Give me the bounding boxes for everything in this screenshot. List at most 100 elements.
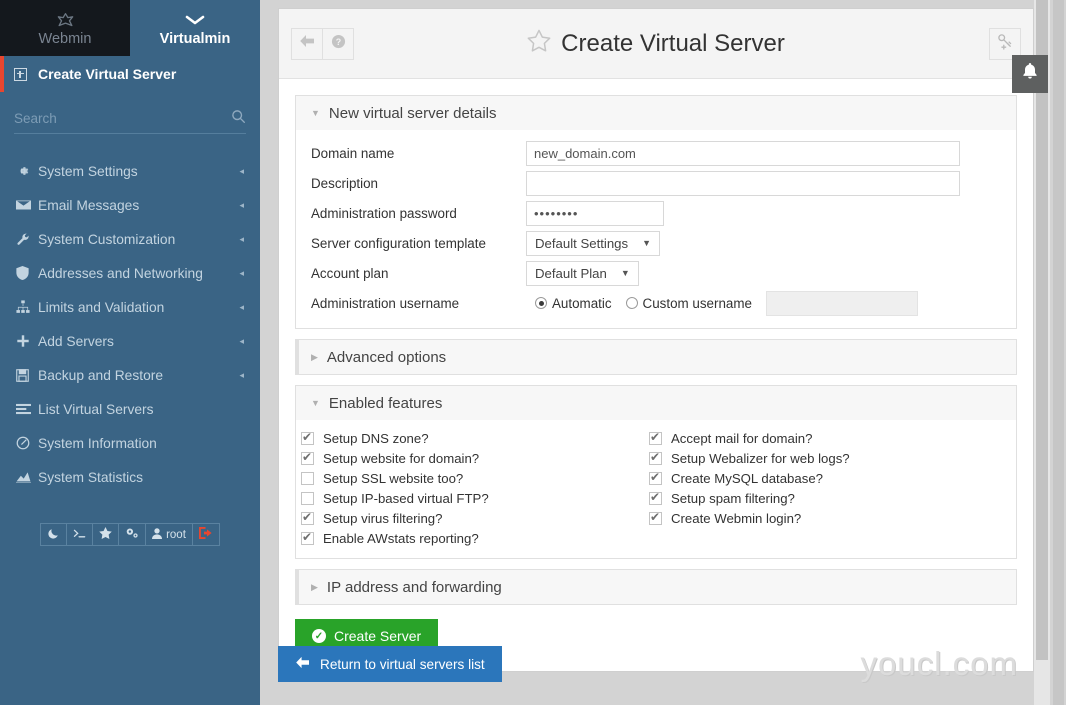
sidebar-item-system-statistics[interactable]: System Statistics <box>0 460 260 494</box>
checkbox-indicator <box>649 450 662 465</box>
list-icon <box>16 403 38 415</box>
account-plan-select[interactable]: Default Plan ▼ <box>526 260 639 286</box>
wrench-icon <box>16 232 38 246</box>
save-icon <box>16 368 38 382</box>
sidebar-item-label: System Statistics <box>38 469 144 485</box>
inner-scrollbar-thumb[interactable] <box>1036 0 1048 660</box>
panel-header-enabled-features[interactable]: ▼ Enabled features <box>296 386 1016 420</box>
label-domain-name: Domain name <box>311 145 395 161</box>
panel-title-advanced-options: Advanced options <box>326 348 447 366</box>
sidebar-item-label: System Settings <box>38 163 138 179</box>
checkbox-setup-ssl-website-too[interactable]: Setup SSL website too? <box>301 468 649 488</box>
plus-box-icon <box>14 67 27 81</box>
field-row-account-plan: Account plan Default Plan ▼ <box>306 258 1006 288</box>
outer-scrollbar-thumb[interactable] <box>1053 0 1064 705</box>
sidebar-item-system-settings[interactable]: System Settings ◂ <box>0 154 260 188</box>
notifications-button[interactable] <box>1012 55 1048 93</box>
chevron-down-icon: ▼ <box>620 268 630 278</box>
sidebar-item-system-customization[interactable]: System Customization ◂ <box>0 222 260 256</box>
current-user-button[interactable]: root <box>146 524 193 545</box>
question-circle-icon: ? <box>331 34 346 54</box>
checkbox-setup-dns-zone[interactable]: Setup DNS zone? <box>301 428 649 448</box>
return-to-virtual-servers-list-button[interactable]: Return to virtual servers list <box>278 646 502 682</box>
domain-name-input[interactable] <box>526 140 960 166</box>
sidebar-item-create-virtual-server[interactable]: Create Virtual Server <box>0 56 260 92</box>
panel-enabled-features: ▼ Enabled features Setup DNS zone? S <box>295 385 1017 559</box>
administration-password-input[interactable] <box>526 200 664 226</box>
svg-text:?: ? <box>335 36 340 46</box>
account-plan-value: Default Plan <box>535 265 607 281</box>
return-button-label: Return to virtual servers list <box>320 656 485 672</box>
caret-right-icon: ▶ <box>311 581 318 592</box>
star-outline-icon[interactable] <box>527 29 551 58</box>
key-plus-icon <box>997 33 1014 55</box>
plus-icon <box>16 334 38 348</box>
checkbox-setup-webalizer-for-web-logs[interactable]: Setup Webalizer for web logs? <box>649 448 997 468</box>
shield-icon <box>16 266 38 280</box>
checkbox-setup-website-for-domain[interactable]: Setup website for domain? <box>301 448 649 468</box>
sidebar-item-addresses-and-networking[interactable]: Addresses and Networking ◂ <box>0 256 260 290</box>
checkbox-setup-spam-filtering[interactable]: Setup spam filtering? <box>649 488 997 508</box>
sidebar-item-list-virtual-servers[interactable]: List Virtual Servers <box>0 392 260 426</box>
sidebar-item-limits-and-validation[interactable]: Limits and Validation ◂ <box>0 290 260 324</box>
tab-webmin[interactable]: Webmin <box>0 0 130 56</box>
checkbox-indicator <box>301 510 314 525</box>
panel-header-ip-address-and-forwarding[interactable]: ▶ IP address and forwarding <box>296 570 1016 604</box>
sidebar: Webmin Virtualmin Create Virtual Server <box>0 0 260 705</box>
checkbox-enable-awstats-reporting[interactable]: Enable AWstats reporting? <box>301 528 649 548</box>
back-button[interactable] <box>291 27 323 60</box>
checkbox-label: Setup virus filtering? <box>323 510 443 526</box>
checkbox-accept-mail-for-domain[interactable]: Accept mail for domain? <box>649 428 997 448</box>
description-input[interactable] <box>526 170 960 196</box>
checkbox-indicator <box>301 491 314 505</box>
panel-new-virtual-server-details: ▼ New virtual server details Domain name… <box>295 95 1017 329</box>
sidebar-item-system-information[interactable]: System Information <box>0 426 260 460</box>
checkbox-create-mysql-database[interactable]: Create MySQL database? <box>649 468 997 488</box>
header-nav-buttons: ? <box>291 27 354 60</box>
label-server-configuration-template: Server configuration template <box>311 235 486 251</box>
search-icon[interactable] <box>231 109 246 129</box>
gear-icon <box>16 164 38 178</box>
main-content: ? Create Virtual Server ▼ New virtual se… <box>260 0 1050 705</box>
checkbox-label: Create Webmin login? <box>671 510 802 526</box>
checkbox-indicator <box>301 471 314 485</box>
checkbox-setup-ip-based-virtual-ftp[interactable]: Setup IP-based virtual FTP? <box>301 488 649 508</box>
theme-night-mode-button[interactable] <box>41 524 68 545</box>
create-server-button-label: Create Server <box>334 628 422 644</box>
user-icon <box>152 527 163 542</box>
sidebar-toolbar: root <box>0 523 260 546</box>
sidebar-menu: System Settings ◂ Email Messages ◂ Syste… <box>0 154 260 494</box>
checkbox-indicator <box>301 530 314 545</box>
sidebar-item-email-messages[interactable]: Email Messages ◂ <box>0 188 260 222</box>
envelope-icon <box>16 199 38 211</box>
active-nav-accent-bar <box>0 56 4 92</box>
search-input[interactable] <box>14 111 204 126</box>
terminal-icon <box>73 528 86 542</box>
page-title: Create Virtual Server <box>279 29 1033 58</box>
panel-body-enabled-features: Setup DNS zone? Setup website for domain… <box>296 420 1016 558</box>
panel-header-details[interactable]: ▼ New virtual server details <box>296 96 1016 130</box>
sidebar-item-label: System Information <box>38 435 157 451</box>
favorites-button[interactable] <box>93 524 120 545</box>
checkbox-label: Setup SSL website too? <box>323 470 464 486</box>
sidebar-item-add-servers[interactable]: Add Servers ◂ <box>0 324 260 358</box>
terminal-button[interactable] <box>67 524 94 545</box>
radio-custom-username[interactable]: Custom username <box>625 296 752 311</box>
sidebar-search[interactable] <box>14 104 246 134</box>
custom-username-input[interactable] <box>765 290 918 316</box>
chevron-left-icon: ◂ <box>239 335 244 346</box>
panel-header-advanced-options[interactable]: ▶ Advanced options <box>296 340 1016 374</box>
tab-virtualmin[interactable]: Virtualmin <box>130 0 260 56</box>
checkbox-label: Setup Webalizer for web logs? <box>671 450 850 466</box>
sidebar-item-backup-and-restore[interactable]: Backup and Restore ◂ <box>0 358 260 392</box>
tab-webmin-label: Webmin <box>38 30 92 47</box>
server-configuration-template-select[interactable]: Default Settings ▼ <box>526 230 661 256</box>
moon-icon <box>48 527 59 542</box>
radio-automatic[interactable]: Automatic <box>535 296 612 311</box>
checkbox-setup-virus-filtering[interactable]: Setup virus filtering? <box>301 508 649 528</box>
logout-button[interactable] <box>192 524 219 545</box>
checkbox-label: Setup IP-based virtual FTP? <box>323 490 489 506</box>
checkbox-create-webmin-login[interactable]: Create Webmin login? <box>649 508 997 528</box>
help-button[interactable]: ? <box>322 27 354 60</box>
settings-button[interactable] <box>119 524 147 545</box>
